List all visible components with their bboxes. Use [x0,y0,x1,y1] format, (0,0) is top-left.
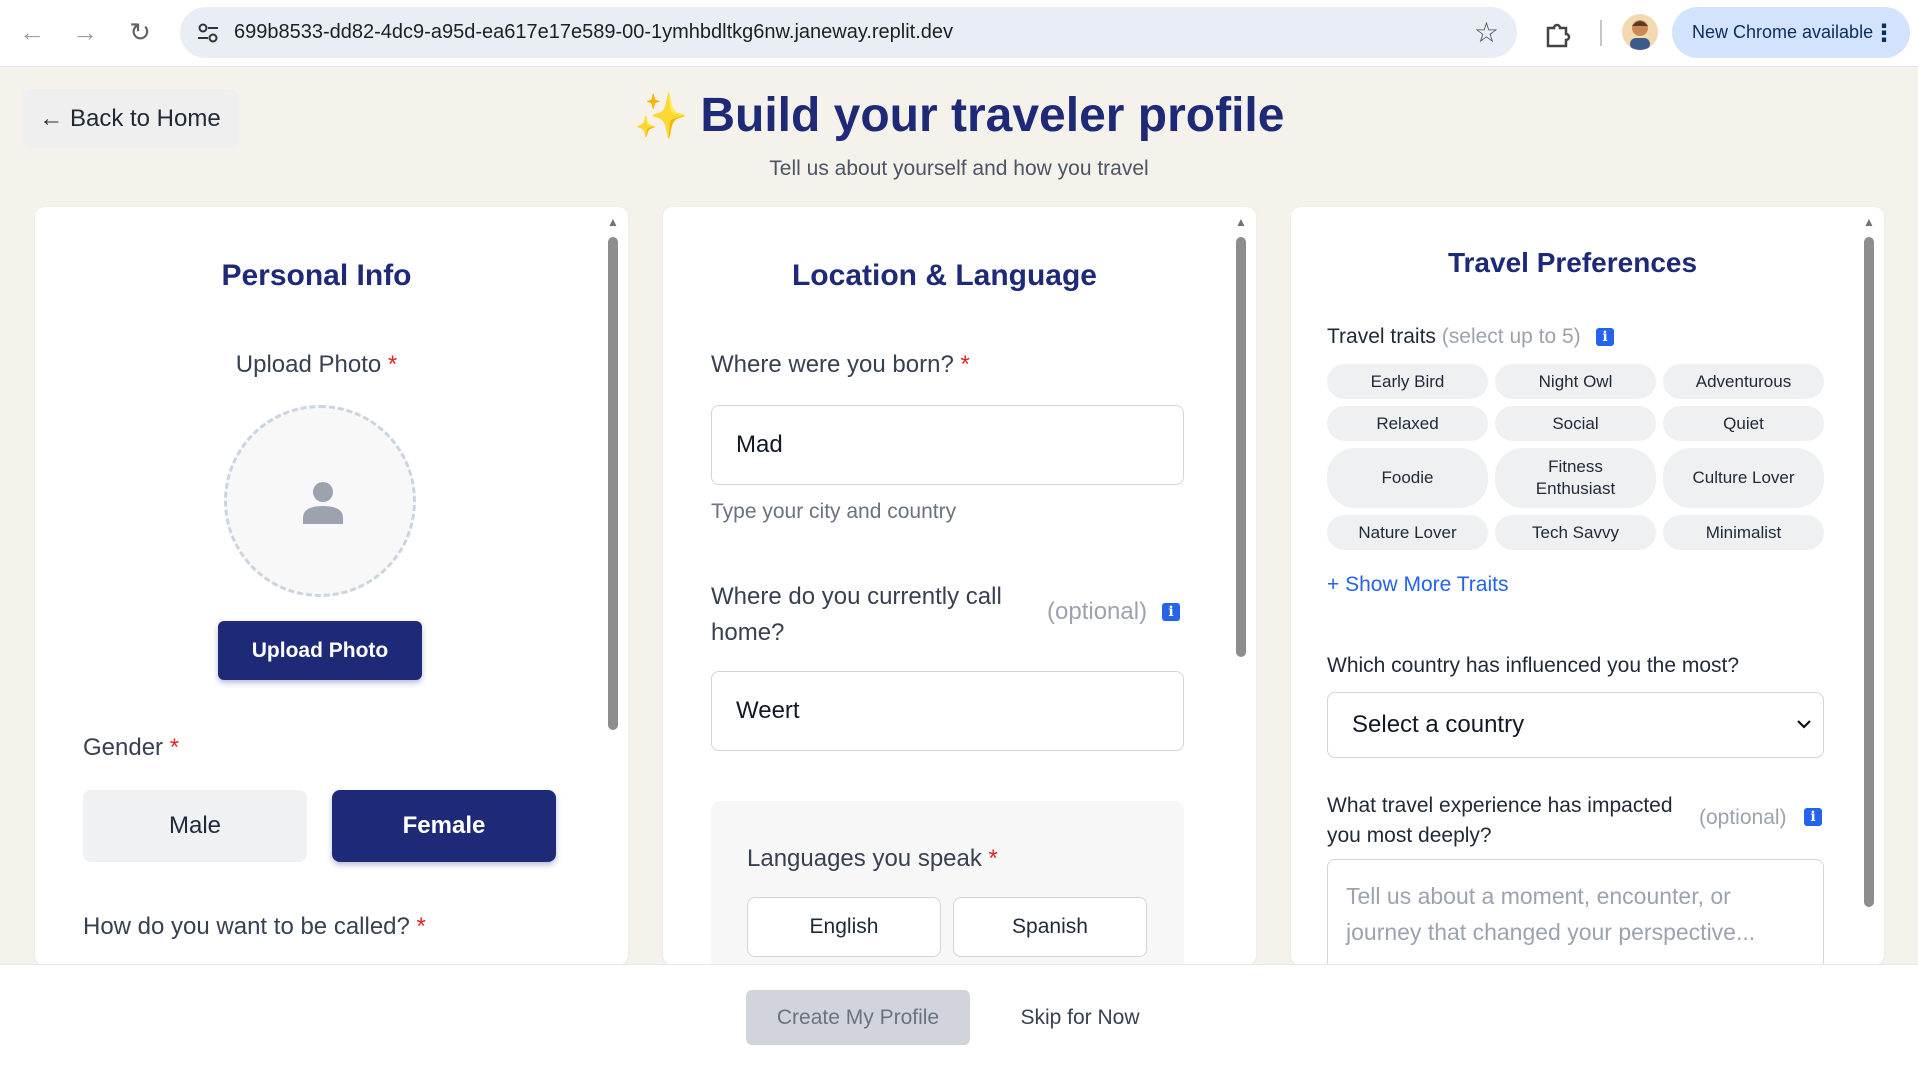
sparkles-icon: ✨ [633,92,689,141]
preferences-scrollbar[interactable]: ▲ [1862,215,1876,955]
required-asterisk: * [387,351,398,378]
bottom-action-bar: Create My Profile Skip for Now [0,964,1918,1065]
personal-info-title: Personal Info [221,259,412,292]
upload-photo-label-text: Upload Photo [235,351,382,378]
trait-chip[interactable]: Nature Lover [1327,515,1488,550]
create-profile-button[interactable]: Create My Profile [746,990,970,1045]
influence-country-select[interactable]: Select a country [1327,692,1824,758]
trait-chip[interactable]: Early Bird [1327,364,1488,399]
forward-arrow-icon[interactable]: → [67,14,103,50]
gender-label: Gender * [83,734,179,762]
travel-traits-label: Travel traits (select up to 5) [1327,325,1581,349]
influence-country-label: Which country has influenced you the mos… [1327,654,1740,677]
birthplace-input[interactable]: Mad [711,405,1184,485]
personal-info-scrollbar[interactable]: ▲ [606,215,620,955]
country-select-value: Select a country [1352,711,1525,738]
page-subtitle: Tell us about yourself and how you trave… [769,157,1149,180]
trait-chip[interactable]: Social [1495,406,1656,441]
location-language-card: Location & Language Where were you born?… [663,207,1256,965]
language-spanish-button[interactable]: Spanish [953,897,1147,957]
update-label: New Chrome available [1692,22,1874,42]
languages-section: Languages you speak * English Spanish [711,801,1184,965]
info-icon[interactable]: i [1804,808,1822,826]
back-arrow-icon[interactable]: ← [14,14,50,50]
scroll-up-arrow-icon[interactable]: ▲ [606,215,620,229]
skip-for-now-button[interactable]: Skip for Now [1000,990,1160,1045]
trait-chip[interactable]: Night Owl [1495,364,1656,399]
travel-traits-grid: Early Bird Night Owl Adventurous Relaxed… [1327,364,1824,550]
upload-photo-button[interactable]: Upload Photo [218,621,422,680]
scrollbar-thumb[interactable] [1236,237,1246,657]
gender-male-button[interactable]: Male [83,790,307,862]
required-asterisk: * [960,351,970,378]
trait-chip[interactable]: Tech Savvy [1495,515,1656,550]
scroll-up-arrow-icon[interactable]: ▲ [1862,215,1876,229]
gender-female-button[interactable]: Female [332,790,556,862]
scroll-up-arrow-icon[interactable]: ▲ [1234,215,1248,229]
location-scrollbar[interactable]: ▲ [1234,215,1248,955]
travel-preferences-card: Travel Preferences Travel traits (select… [1291,207,1884,965]
nickname-label: How do you want to be called? * [83,913,426,941]
nickname-label-text: How do you want to be called? [83,913,410,940]
scrollbar-thumb[interactable] [608,237,618,730]
travel-traits-label-text: Travel traits [1327,325,1436,348]
trait-chip[interactable]: Relaxed [1327,406,1488,441]
languages-label: Languages you speak * [747,845,998,873]
reload-icon[interactable]: ↻ [122,14,158,50]
trait-chip[interactable]: Fitness Enthusiast [1495,448,1656,508]
url-text[interactable]: 699b8533-dd82-4dc9-a95d-ea617e17e589-00-… [234,21,953,44]
trait-chip[interactable]: Adventurous [1663,364,1824,399]
site-settings-icon[interactable] [194,19,222,47]
photo-placeholder[interactable] [224,405,416,597]
required-asterisk: * [416,913,426,940]
location-language-title: Location & Language [791,259,1097,292]
person-icon [303,482,343,524]
show-more-traits-link[interactable]: + Show More Traits [1327,573,1508,597]
home-input[interactable]: Weert [711,671,1184,751]
page-title-text: Build your traveler profile [700,89,1285,142]
required-asterisk: * [169,734,180,761]
gender-label-text: Gender [83,734,164,761]
toolbar-divider [1600,20,1602,46]
trait-chip[interactable]: Foodie [1327,448,1488,508]
experience-optional-tag: (optional) [1699,806,1787,829]
new-chrome-available-button[interactable]: New Chrome available ⋮ [1672,7,1910,58]
travel-experience-label: What travel experience has impacted you … [1327,794,1673,847]
home-optional-tag: (optional) [1047,598,1148,625]
required-asterisk: * [988,845,998,872]
languages-label-text: Languages you speak [747,845,982,872]
more-menu-icon[interactable]: ⋮ [1872,19,1896,48]
page-title: ✨ Build your traveler profile [0,88,1918,143]
home-label: Where do you currently call home? [711,583,1002,646]
address-bar[interactable]: 699b8533-dd82-4dc9-a95d-ea617e17e589-00-… [180,7,1517,58]
profile-avatar[interactable] [1622,14,1658,50]
birthplace-hint: Type your city and country [711,500,957,523]
birthplace-label: Where were you born? * [711,351,970,379]
personal-info-card: Personal Info Upload Photo * Upload Phot… [35,207,628,965]
travel-experience-textarea[interactable]: Tell us about a moment, encounter, or jo… [1327,859,1824,965]
scrollbar-thumb[interactable] [1864,237,1874,907]
info-icon[interactable]: i [1596,328,1614,346]
info-icon[interactable]: i [1162,603,1180,621]
traits-limit-note: (select up to 5) [1441,325,1581,348]
upload-photo-label: Upload Photo * [35,351,598,379]
trait-chip[interactable]: Culture Lover [1663,448,1824,508]
browser-toolbar: ← → ↻ 699b8533-dd82-4dc9-a95d-ea617e17e5… [0,0,1918,67]
trait-chip[interactable]: Minimalist [1663,515,1824,550]
travel-preferences-title: Travel Preferences [1447,247,1698,278]
language-english-button[interactable]: English [747,897,941,957]
birthplace-label-text: Where were you born? [711,351,954,378]
trait-chip[interactable]: Quiet [1663,406,1824,441]
bookmark-star-icon[interactable]: ☆ [1474,16,1499,49]
extensions-icon[interactable] [1540,16,1576,52]
chevron-down-icon [1797,720,1811,729]
